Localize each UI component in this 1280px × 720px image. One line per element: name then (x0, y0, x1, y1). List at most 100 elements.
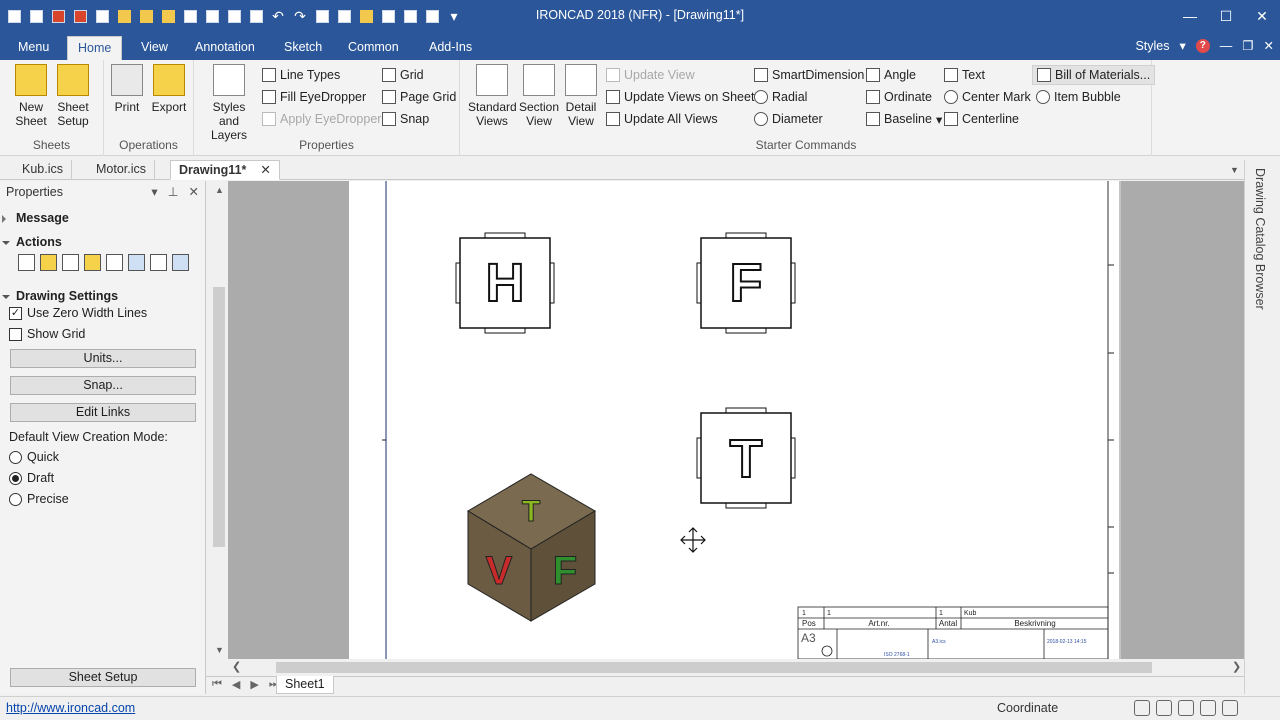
drawing-catalog-browser[interactable]: Drawing Catalog Browser (1244, 160, 1280, 694)
item-bubble-button[interactable]: Item Bubble (1036, 87, 1121, 107)
styles-layers-button[interactable]: Styles and Layers (202, 64, 256, 142)
hscroll-thumb[interactable] (276, 662, 1152, 673)
prev-sheet-icon[interactable]: ◀ (232, 678, 240, 691)
ordinate-button[interactable]: Ordinate (866, 87, 932, 107)
tab-list-dropdown-icon[interactable]: ▼ (1230, 165, 1239, 175)
list-icon[interactable] (18, 254, 35, 271)
scroll-down-icon[interactable]: ▼ (215, 645, 224, 655)
units-button[interactable]: Units... (10, 349, 196, 368)
tab-common[interactable]: Common (338, 36, 409, 60)
mode-draft-radio[interactable]: Draft (9, 471, 54, 485)
folder-icon[interactable] (84, 254, 101, 271)
close-tab-icon[interactable]: ✕ (260, 163, 270, 177)
catalog-browser-label[interactable]: Drawing Catalog Browser (1253, 168, 1267, 310)
tab-annotation[interactable]: Annotation (185, 36, 265, 60)
new-sheet-button[interactable]: New Sheet (10, 64, 52, 128)
line-types-button[interactable]: Line Types (262, 65, 340, 85)
zoom-fit-icon[interactable] (1200, 700, 1216, 716)
next-sheet-icon[interactable]: ▶ (250, 678, 258, 691)
ribbon-close-icon[interactable]: ✕ (1264, 38, 1274, 53)
sheet-icon[interactable] (40, 254, 57, 271)
baseline-button[interactable]: Baseline ▾ (866, 109, 942, 129)
ribbon-minimize-icon[interactable]: — (1220, 39, 1233, 53)
doc-tab-motor[interactable]: Motor.ics (88, 160, 156, 180)
website-link[interactable]: http://www.ironcad.com (6, 701, 135, 715)
tab-add-ins[interactable]: Add-Ins (419, 36, 482, 60)
bill-of-materials-button[interactable]: Bill of Materials... (1032, 65, 1156, 85)
scroll-thumb[interactable] (213, 287, 225, 547)
panel-dropdown-icon[interactable]: ▾ (151, 181, 157, 203)
snap-button[interactable]: Snap (382, 109, 429, 129)
ribbon-restore-icon[interactable]: ❐ (1242, 38, 1253, 53)
view-isometric[interactable]: T V F (467, 473, 596, 622)
frame-icon[interactable] (106, 254, 123, 271)
view-front[interactable]: H (455, 232, 555, 334)
radial-button[interactable]: Radial (754, 87, 807, 107)
zoom-icon[interactable] (1156, 700, 1172, 716)
update-view-button[interactable]: Update View (606, 65, 695, 85)
horizontal-scrollbar[interactable]: ❮ ❯ (228, 659, 1244, 676)
mode-quick-radio[interactable]: Quick (9, 450, 59, 464)
doc-tab-kub[interactable]: Kub.ics (14, 160, 72, 180)
close-icon[interactable]: ✕ (1244, 0, 1280, 32)
section-message[interactable]: Message (2, 211, 69, 225)
update-all-views-button[interactable]: Update All Views (606, 109, 718, 129)
show-grid-checkbox[interactable]: Show Grid (9, 327, 85, 341)
scroll-right-icon[interactable]: ❯ (1232, 660, 1241, 673)
doc-tab-drawing[interactable]: Drawing11* ✕ (170, 160, 280, 180)
styles-dropdown[interactable]: Styles (1135, 39, 1169, 53)
mode-precise-radio[interactable]: Precise (9, 492, 69, 506)
tab-view[interactable]: View (131, 36, 178, 60)
section-drawing-settings[interactable]: Drawing Settings (1, 289, 118, 303)
sheet-setup-panel-button[interactable]: Sheet Setup (10, 668, 196, 687)
detail-view-button[interactable]: Detail View (562, 64, 600, 128)
drawing-canvas[interactable]: H F T T V F 1 1 1 Kub Pos Art.nr. Antal … (228, 181, 1244, 659)
zoom-window-icon[interactable] (1178, 700, 1194, 716)
page-grid-button[interactable]: Page Grid (382, 87, 456, 107)
scroll-left-icon[interactable]: ❮ (232, 660, 241, 673)
snap-settings-button[interactable]: Snap... (10, 376, 196, 395)
scroll-up-icon[interactable]: ▲ (215, 185, 224, 195)
panel-close-icon[interactable]: ✕ (189, 181, 199, 203)
update-views-on-sheet-button[interactable]: Update Views on Sheet (606, 87, 754, 107)
angle-button[interactable]: Angle (866, 65, 916, 85)
pan-hand-icon[interactable] (1134, 700, 1150, 716)
grid-button[interactable]: Grid (382, 65, 424, 85)
fill-eyedropper-button[interactable]: Fill EyeDropper (262, 87, 366, 107)
cube-icon[interactable] (128, 254, 145, 271)
print-button[interactable]: Print (106, 64, 148, 114)
view-top[interactable]: T (696, 407, 796, 509)
section-actions[interactable]: Actions (2, 235, 62, 249)
tab-sketch[interactable]: Sketch (274, 36, 332, 60)
first-sheet-icon[interactable]: ⏮ (212, 678, 222, 691)
use-zero-width-checkbox[interactable]: ✓ Use Zero Width Lines (9, 306, 147, 320)
sheet-setup-button[interactable]: Sheet Setup (52, 64, 94, 128)
text-button[interactable]: Text (944, 65, 985, 85)
smart-dimension-button[interactable]: SmartDimension (754, 65, 864, 85)
view-side[interactable]: F (696, 232, 796, 334)
export-button[interactable]: Export (148, 64, 190, 114)
tab-home[interactable]: Home (67, 36, 123, 60)
zoom-previous-icon[interactable] (1222, 700, 1238, 716)
maximize-icon[interactable]: ☐ (1208, 0, 1244, 32)
title-block[interactable] (797, 606, 1109, 659)
panel-scrollbar[interactable]: ▲ ▼ (211, 181, 228, 659)
drawing-sheet[interactable]: H F T T V F 1 1 1 Kub Pos Art.nr. Antal … (349, 181, 1121, 659)
section-view-button[interactable]: Section View (518, 64, 560, 128)
minimize-icon[interactable]: — (1172, 0, 1208, 32)
edit-links-button[interactable]: Edit Links (10, 403, 196, 422)
help-icon[interactable]: ? (1195, 38, 1210, 53)
link-icon[interactable] (62, 254, 79, 271)
apply-eyedropper-button[interactable]: Apply EyeDropper (262, 109, 381, 129)
center-mark-button[interactable]: Center Mark (944, 87, 1031, 107)
sheet-tab-sheet1[interactable]: Sheet1 (276, 676, 334, 694)
tree-icon[interactable] (172, 254, 189, 271)
standard-views-button[interactable]: Standard Views (468, 64, 517, 128)
layers-icon[interactable] (150, 254, 167, 271)
chevron-down-icon[interactable]: ▾ (936, 112, 942, 127)
pin-icon[interactable]: ⊥ (168, 181, 179, 203)
tab-menu[interactable]: Menu (8, 36, 59, 60)
diameter-button[interactable]: Diameter (754, 109, 823, 129)
chevron-down-icon[interactable]: ▾ (1180, 38, 1186, 53)
centerline-button[interactable]: Centerline (944, 109, 1019, 129)
